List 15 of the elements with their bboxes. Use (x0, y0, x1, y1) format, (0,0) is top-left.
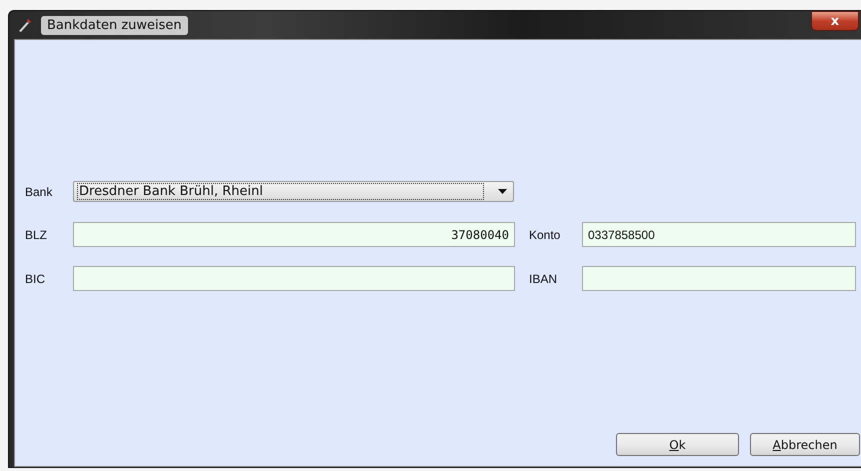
field-label: Konto (529, 228, 562, 242)
input-field[interactable] (582, 266, 856, 291)
caret-icon (498, 189, 507, 194)
bank-dropdown[interactable]: Dresdner Bank Brühl, Rheinl (73, 181, 514, 202)
input-field[interactable]: 0337858500 (582, 222, 856, 247)
field-label: Bank (25, 184, 54, 198)
field-label: BLZ (25, 228, 48, 242)
window-title: Bankdaten zuweisen (41, 16, 188, 34)
dialog-button[interactable]: Ok (616, 433, 739, 456)
input-field[interactable]: 37080040 (73, 222, 515, 247)
field-label: BIC (25, 272, 46, 286)
input-field[interactable] (73, 266, 515, 291)
field-label: IBAN (529, 272, 558, 286)
close-button[interactable]: x (811, 11, 859, 31)
dialog-button[interactable]: Abbrechen (750, 433, 860, 456)
